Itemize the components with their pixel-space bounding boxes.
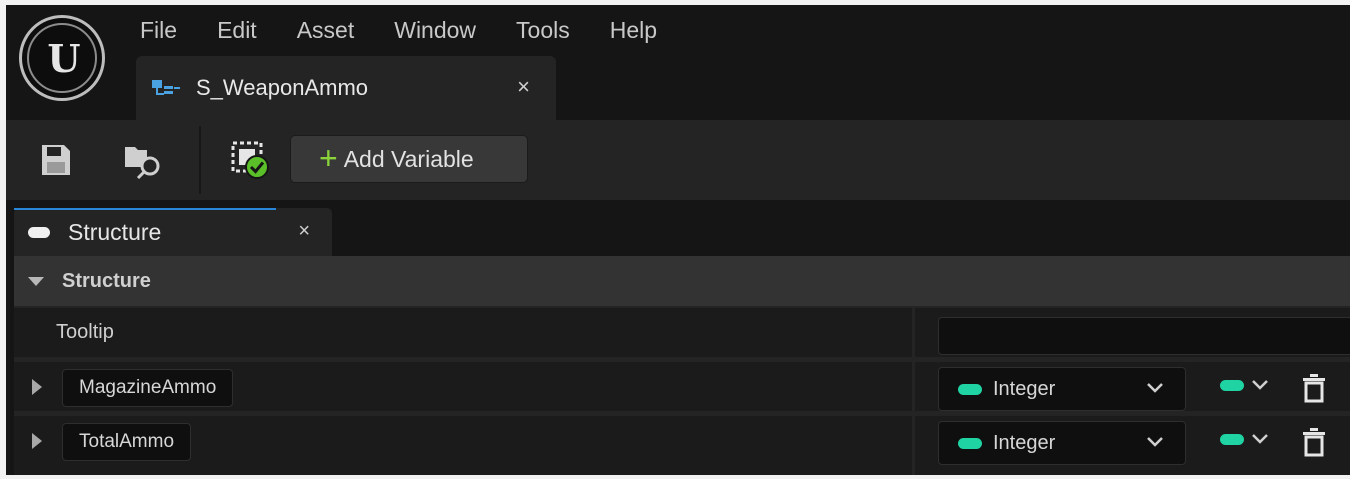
single-container-icon [1220, 433, 1244, 445]
collapse-triangle-icon[interactable] [28, 276, 44, 286]
delete-trash-icon[interactable] [1302, 427, 1326, 457]
editor-window: U File Edit Asset Window Tools Help S_We… [6, 5, 1350, 475]
variable-name-field[interactable]: TotalAmmo [62, 423, 192, 461]
variable-row: MagazineAmmo Integer [14, 360, 1350, 411]
category-label: Structure [62, 269, 151, 292]
integer-pin-icon [958, 383, 982, 395]
document-tab[interactable]: S_WeaponAmmo × [136, 56, 556, 120]
menu-help[interactable]: Help [594, 13, 681, 47]
structure-category-header[interactable]: Structure [14, 256, 1350, 306]
menu-edit[interactable]: Edit [201, 13, 281, 47]
single-container-icon [1220, 379, 1244, 391]
struct-asset-icon [152, 78, 182, 98]
browse-content-icon[interactable] [123, 140, 163, 180]
document-tab-close-icon[interactable]: × [517, 74, 530, 100]
integer-pin-icon [958, 437, 982, 449]
tooltip-row: Tooltip [14, 306, 1350, 357]
toolbar-separator [199, 126, 201, 194]
expand-arrow-icon[interactable] [32, 433, 42, 449]
variable-type-dropdown[interactable]: Integer [938, 421, 1186, 465]
add-variable-button[interactable]: + Add Variable [290, 135, 528, 183]
tooltip-input[interactable] [938, 317, 1350, 355]
container-type-dropdown[interactable] [1220, 432, 1270, 446]
delete-trash-icon[interactable] [1302, 373, 1326, 403]
save-icon[interactable] [36, 140, 76, 180]
menu-window[interactable]: Window [378, 13, 500, 47]
menu-tools[interactable]: Tools [500, 13, 594, 47]
document-tab-title: S_WeaponAmmo [196, 75, 369, 100]
add-plus-icon: + [319, 139, 338, 176]
variable-type-label: Integer [993, 377, 1056, 400]
chevron-down-icon [1252, 434, 1268, 444]
column-divider[interactable] [912, 416, 915, 475]
variable-type-label: Integer [993, 431, 1056, 454]
expand-arrow-icon[interactable] [32, 379, 42, 395]
column-divider[interactable] [912, 362, 915, 411]
structure-tab-close-icon[interactable]: × [298, 220, 310, 243]
structure-details-panel: Structure Tooltip MagazineAmmo Integer T… [14, 256, 1350, 475]
variable-name-field[interactable]: MagazineAmmo [62, 369, 234, 407]
toolbar: + Add Variable [6, 120, 1350, 200]
chevron-down-icon [1252, 380, 1268, 390]
variable-row: TotalAmmo Integer [14, 414, 1350, 475]
menu-asset[interactable]: Asset [281, 13, 379, 47]
tooltip-label: Tooltip [56, 321, 114, 343]
struct-pill-icon [28, 226, 50, 238]
structure-panel-tab[interactable]: Structure × [14, 208, 332, 256]
structure-tab-title: Structure [68, 218, 162, 245]
chevron-down-icon [1147, 383, 1163, 393]
struct-validate-icon[interactable] [230, 140, 270, 180]
container-type-dropdown[interactable] [1220, 378, 1270, 392]
add-variable-label: Add Variable [343, 145, 474, 172]
active-tab-accent [14, 208, 276, 210]
variable-type-dropdown[interactable]: Integer [938, 367, 1186, 411]
column-divider[interactable] [912, 308, 915, 357]
menu-file[interactable]: File [124, 13, 201, 47]
menu-bar: File Edit Asset Window Tools Help [124, 13, 681, 47]
unreal-logo-glyph: U [27, 23, 97, 93]
unreal-logo[interactable]: U [19, 15, 105, 101]
chevron-down-icon [1147, 437, 1163, 447]
